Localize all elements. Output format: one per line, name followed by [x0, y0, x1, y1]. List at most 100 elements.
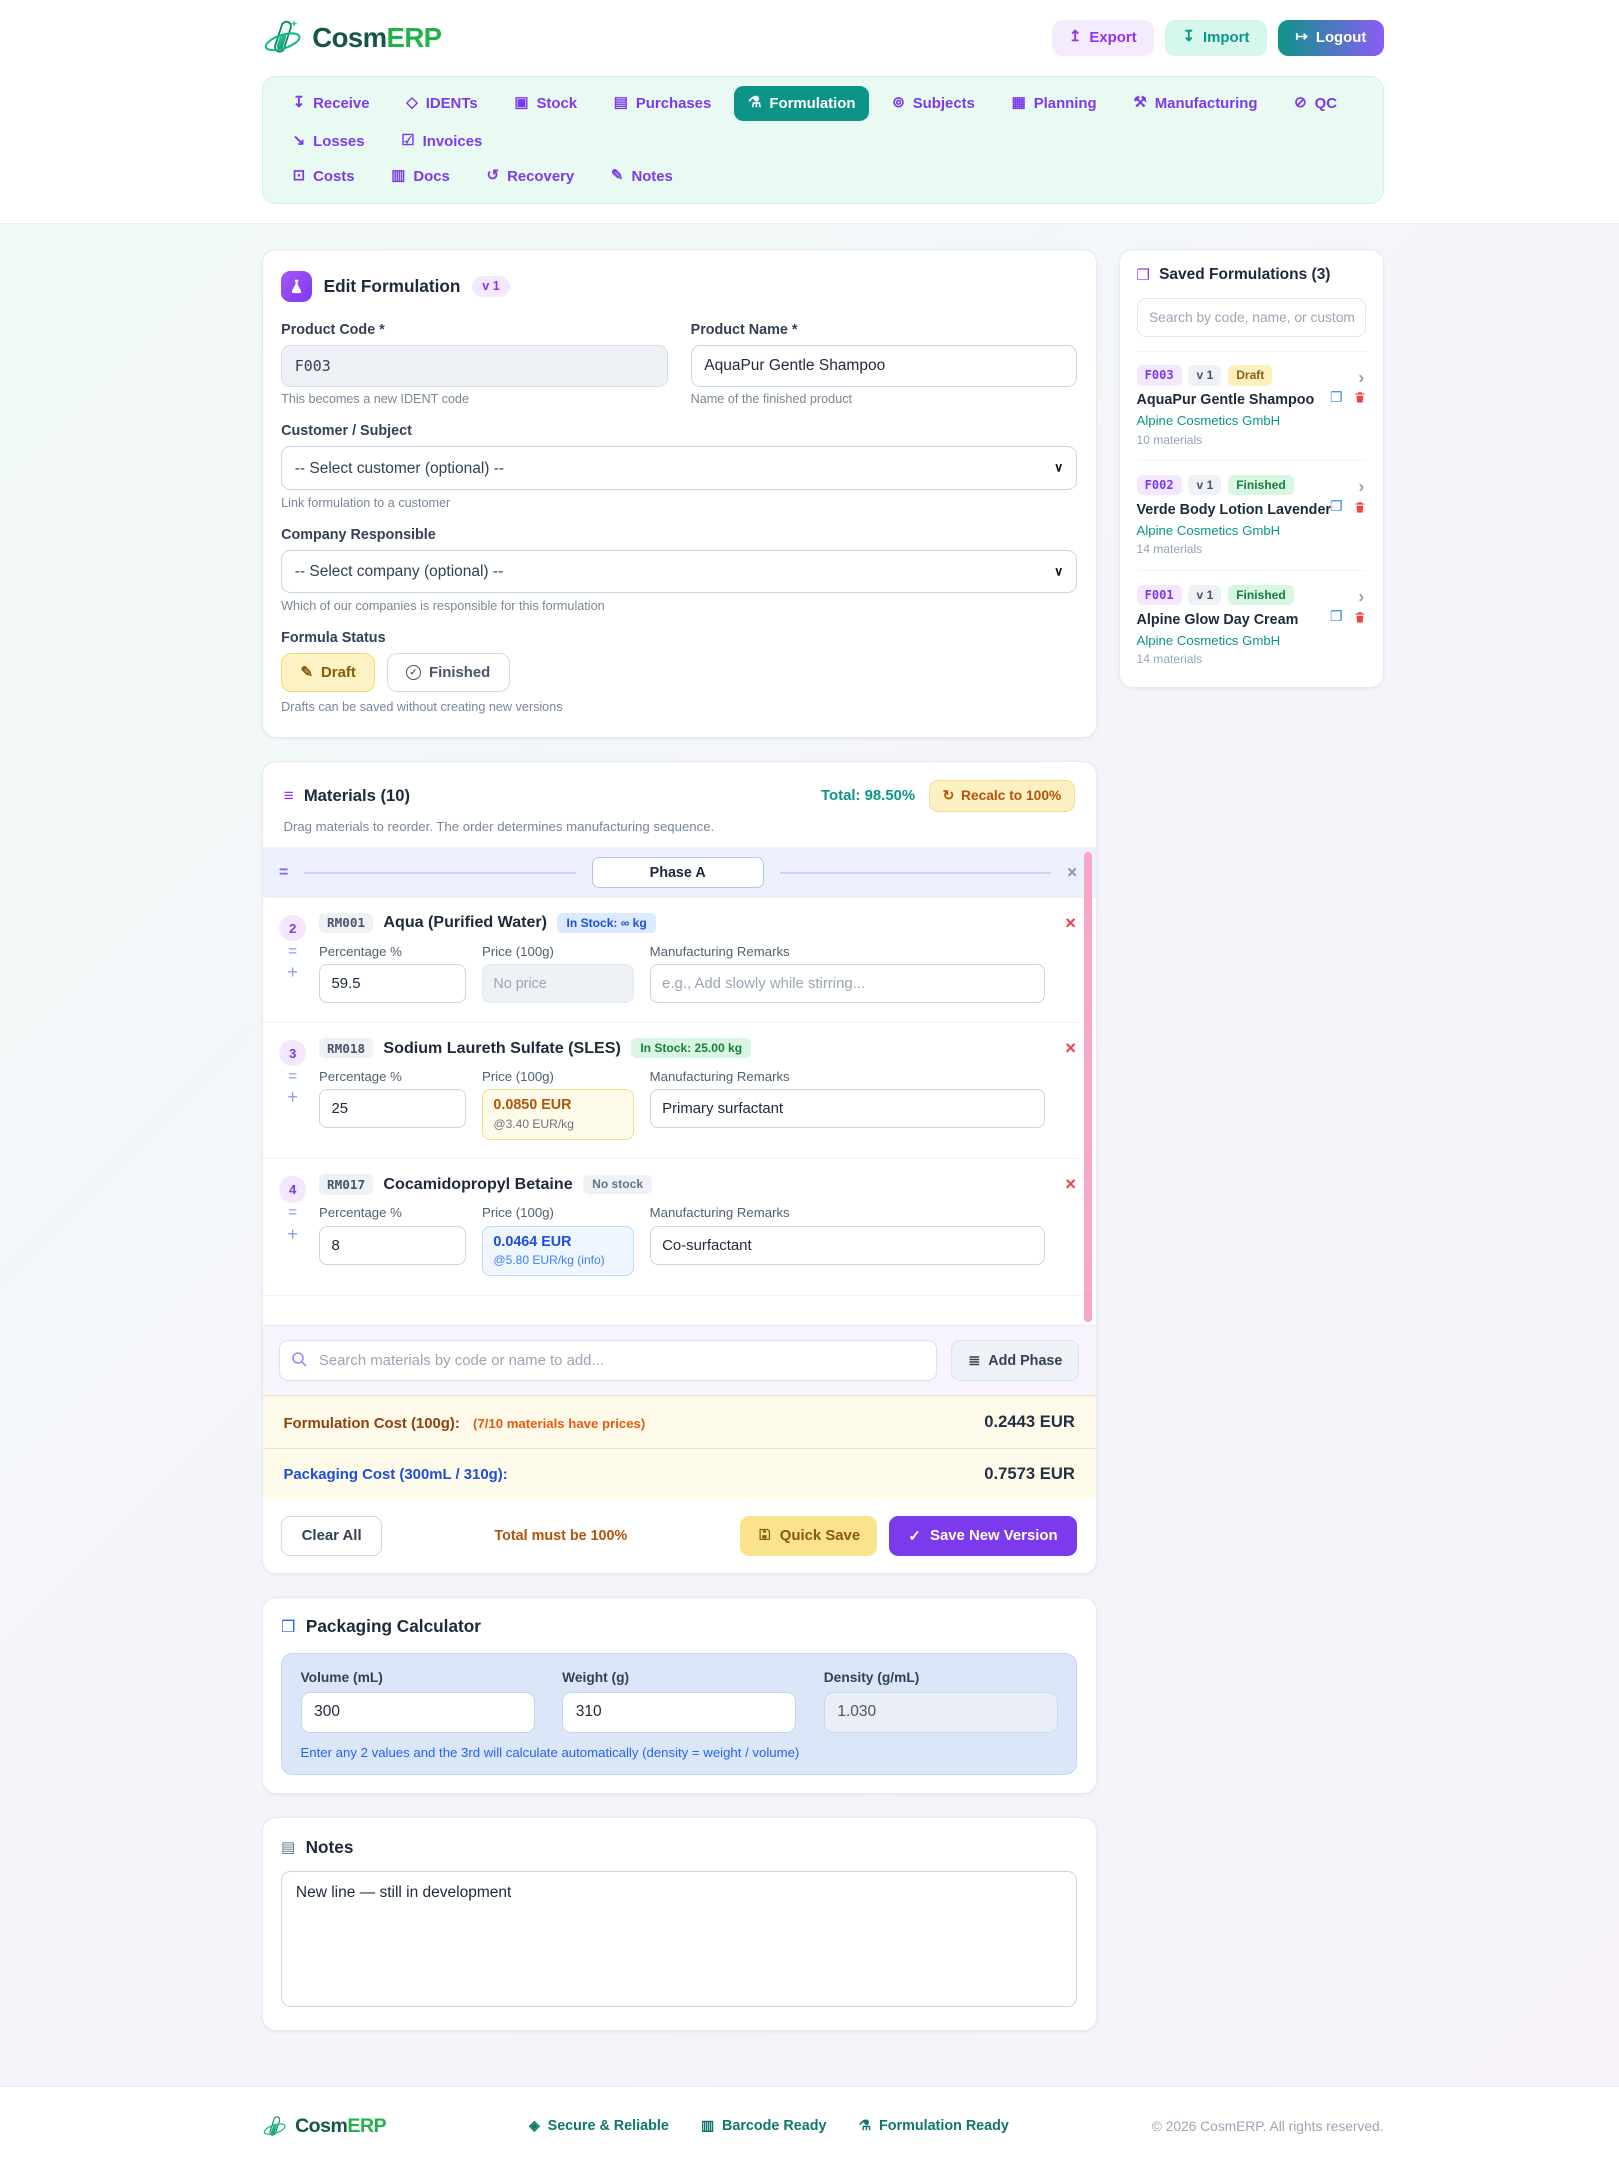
- price-label: Price (100g): [482, 1205, 634, 1220]
- price-value: 0.0850 EUR: [493, 1097, 622, 1113]
- material-name: Cocamidopropyl Betaine: [383, 1175, 572, 1194]
- trash-icon[interactable]: [1353, 390, 1367, 405]
- import-button[interactable]: ↧ Import: [1165, 20, 1266, 55]
- percentage-input[interactable]: [319, 1226, 466, 1265]
- version-badge: v 1: [472, 276, 510, 297]
- product-name-field[interactable]: [691, 345, 1078, 386]
- hamburger-icon: ≡: [283, 785, 293, 806]
- nav-tab-planning[interactable]: ▦Planning: [998, 86, 1111, 121]
- customer-helper: Link formulation to a customer: [281, 496, 1077, 510]
- save-new-version-button[interactable]: ✓ Save New Version: [889, 1516, 1077, 1556]
- nav-tab-costs[interactable]: ⊡Costs: [279, 159, 368, 194]
- saved-search-input[interactable]: [1137, 298, 1367, 337]
- material-row: 3 = + RM018 Sodium Laureth Sulfate (SLES…: [263, 1023, 1096, 1159]
- trash-icon[interactable]: [1353, 610, 1367, 625]
- price-display: No price: [482, 964, 634, 1003]
- edit-formulation-card: Edit Formulation v 1 Product Code * This…: [262, 249, 1097, 738]
- nav-tab-notes[interactable]: ✎Notes: [597, 159, 686, 194]
- status-badge: Finished: [1228, 585, 1294, 605]
- status-label: Formula Status: [281, 630, 1077, 646]
- logout-button[interactable]: ↦ Logout: [1278, 20, 1383, 55]
- saved-formulation-item[interactable]: F003 v 1 Draft › AquaPur Gentle Shampoo …: [1137, 352, 1367, 462]
- copy-icon[interactable]: ❐: [1330, 390, 1342, 406]
- material-search-input[interactable]: [279, 1340, 938, 1381]
- nav-tab-recovery[interactable]: ↺Recovery: [473, 159, 588, 194]
- saved-formulations-panel: ❐ Saved Formulations (3) F003 v 1 Draft …: [1119, 249, 1383, 688]
- insert-material-icon[interactable]: +: [287, 963, 298, 981]
- drag-handle-icon[interactable]: =: [288, 1070, 297, 1085]
- order-number: 4: [279, 1176, 305, 1202]
- weight-input[interactable]: [562, 1692, 796, 1732]
- product-code-helper: This becomes a new IDENT code: [281, 392, 668, 406]
- trash-icon[interactable]: [1353, 500, 1367, 515]
- logo-testtube-icon: [262, 2114, 287, 2139]
- company-select[interactable]: -- Select company (optional) --: [281, 550, 1077, 594]
- notes-title: Notes: [306, 1837, 354, 1858]
- nav-tab-invoices[interactable]: ☑Invoices: [387, 124, 496, 159]
- volume-input[interactable]: [301, 1692, 535, 1732]
- material-row: 2 = + RM001 Aqua (Purified Water) In Sto…: [263, 898, 1096, 1023]
- main-nav: ↧Receive ◇IDENTs ▣Stock ▤Purchases ⚗Form…: [262, 76, 1384, 205]
- drag-handle-icon[interactable]: =: [279, 863, 288, 882]
- materials-total: Total: 98.50%: [821, 787, 915, 804]
- remove-phase-icon[interactable]: ×: [1067, 862, 1077, 883]
- manufacturing-icon: ⚒: [1133, 96, 1146, 111]
- quick-save-button[interactable]: Quick Save: [740, 1516, 878, 1556]
- product-code-field[interactable]: [281, 345, 668, 386]
- check-icon: ✓: [908, 1527, 921, 1545]
- nav-tab-manufacturing[interactable]: ⚒Manufacturing: [1120, 86, 1272, 121]
- page-header: CosmERP ↥ Export ↧ Import ↦ Logout ↧Rec: [0, 0, 1619, 224]
- status-finished-button[interactable]: ✓ Finished: [387, 653, 510, 691]
- materials-card: ≡ Materials (10) Total: 98.50% ↻ Recalc …: [262, 761, 1097, 1574]
- nav-tab-idents[interactable]: ◇IDENTs: [392, 86, 491, 121]
- formulation-material-count: 14 materials: [1137, 542, 1367, 556]
- nav-tab-docs[interactable]: ▥Docs: [378, 159, 464, 194]
- recalc-icon: ↻: [943, 788, 955, 804]
- export-button[interactable]: ↥ Export: [1052, 20, 1154, 55]
- customer-select[interactable]: -- Select customer (optional) --: [281, 446, 1077, 490]
- add-phase-icon: ≣: [968, 1353, 980, 1369]
- insert-material-icon[interactable]: +: [287, 1088, 298, 1106]
- weight-label: Weight (g): [562, 1670, 796, 1685]
- remarks-input[interactable]: [650, 964, 1045, 1003]
- drag-handle-icon[interactable]: =: [288, 945, 297, 960]
- recalc-button[interactable]: ↻ Recalc to 100%: [929, 780, 1075, 812]
- notes-textarea[interactable]: New line — still in development: [281, 1871, 1077, 2006]
- pencil-icon: ✎: [301, 663, 314, 681]
- remove-material-icon[interactable]: ×: [1065, 1175, 1076, 1193]
- percentage-input[interactable]: [319, 1089, 466, 1128]
- nav-tab-losses[interactable]: ↘Losses: [279, 124, 378, 159]
- saved-formulation-item[interactable]: F002 v 1 Finished › Verde Body Lotion La…: [1137, 461, 1367, 571]
- drag-handle-icon[interactable]: =: [288, 1206, 297, 1221]
- nav-tab-formulation[interactable]: ⚗Formulation: [734, 86, 869, 121]
- nav-tab-stock[interactable]: ▣Stock: [501, 86, 591, 121]
- logout-icon: ↦: [1295, 30, 1308, 45]
- formulation-code-badge: F002: [1137, 475, 1182, 495]
- status-draft-button[interactable]: ✎ Draft: [281, 653, 375, 691]
- percentage-label: Percentage %: [319, 1069, 466, 1084]
- remarks-input[interactable]: [650, 1089, 1045, 1128]
- copy-icon[interactable]: ❐: [1330, 609, 1342, 625]
- remove-material-icon[interactable]: ×: [1065, 914, 1076, 932]
- percentage-input[interactable]: [319, 964, 466, 1003]
- remove-material-icon[interactable]: ×: [1065, 1039, 1076, 1057]
- saved-formulation-item[interactable]: F001 v 1 Finished › Alpine Glow Day Crea…: [1137, 571, 1367, 671]
- status-badge: Draft: [1228, 365, 1272, 385]
- add-phase-button[interactable]: ≣ Add Phase: [951, 1340, 1079, 1381]
- purchases-icon: ▤: [614, 96, 628, 111]
- nav-tab-purchases[interactable]: ▤Purchases: [600, 86, 725, 121]
- remarks-input[interactable]: [650, 1226, 1045, 1265]
- chevron-right-icon: ›: [1358, 476, 1364, 497]
- packaging-title: Packaging Calculator: [306, 1616, 481, 1637]
- cost-summary: Formulation Cost (100g): (7/10 materials…: [263, 1395, 1096, 1499]
- copy-icon[interactable]: ❐: [1330, 499, 1342, 515]
- clear-all-button[interactable]: Clear All: [281, 1516, 382, 1556]
- version-badge: v 1: [1188, 365, 1221, 385]
- nav-tab-qc[interactable]: ⊘QC: [1280, 86, 1350, 121]
- nav-tab-receive[interactable]: ↧Receive: [279, 86, 383, 121]
- insert-material-icon[interactable]: +: [287, 1225, 298, 1243]
- materials-scrollbar[interactable]: [1084, 852, 1092, 1322]
- nav-tab-subjects[interactable]: ⊚Subjects: [878, 86, 988, 121]
- phase-name-input[interactable]: [592, 857, 764, 888]
- product-name-label: Product Name *: [691, 322, 1078, 338]
